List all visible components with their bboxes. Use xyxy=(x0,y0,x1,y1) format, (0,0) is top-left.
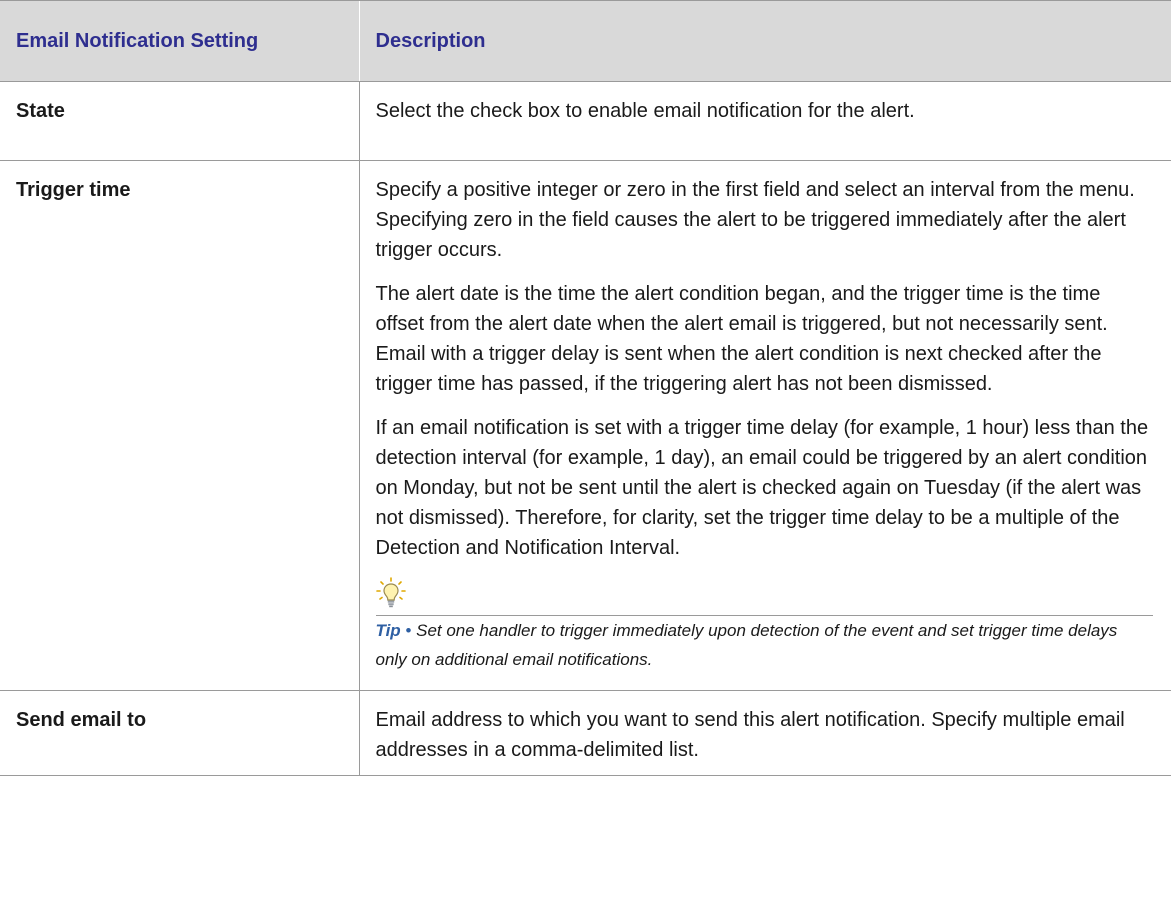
table-row-state: State Select the check box to enable ema… xyxy=(0,81,1171,161)
setting-name-send-email-to: Send email to xyxy=(0,690,359,776)
setting-description-send-email-to: Email address to which you want to send … xyxy=(358,690,1171,776)
table-header-row: Email Notification Setting Description xyxy=(0,0,1171,82)
tip-callout: Tip • Set one handler to trigger immedia… xyxy=(375,577,1154,674)
document-page: Email Notification Setting Description S… xyxy=(0,0,1171,918)
description-paragraph: Email address to which you want to send … xyxy=(375,709,1125,761)
setting-name-state: State xyxy=(0,81,359,161)
tip-bullet: • xyxy=(405,621,412,640)
setting-name-trigger-time: Trigger time xyxy=(0,160,359,691)
tip-text: Tip • Set one handler to trigger immedia… xyxy=(376,616,1154,674)
column-header-setting: Email Notification Setting xyxy=(0,0,359,82)
description-paragraph: Select the check box to enable email not… xyxy=(375,100,915,122)
description-paragraph: Specify a positive integer or zero in th… xyxy=(375,179,1135,261)
description-paragraph: The alert date is the time the alert con… xyxy=(375,283,1108,395)
email-notification-settings-table: Email Notification Setting Description S… xyxy=(0,0,1171,776)
setting-description-trigger-time: Specify a positive integer or zero in th… xyxy=(358,160,1171,691)
tip-label: Tip xyxy=(375,621,401,640)
table-row-send-email-to: Send email to Email address to which you… xyxy=(0,690,1171,776)
description-paragraph: If an email notification is set with a t… xyxy=(375,417,1149,559)
tip-body: Set one handler to trigger immediately u… xyxy=(375,621,1118,669)
setting-description-state: Select the check box to enable email not… xyxy=(358,81,1171,161)
lightbulb-icon xyxy=(375,577,406,608)
column-header-description: Description xyxy=(358,0,1171,82)
table-row-trigger-time: Trigger time Specify a positive integer … xyxy=(0,160,1171,691)
